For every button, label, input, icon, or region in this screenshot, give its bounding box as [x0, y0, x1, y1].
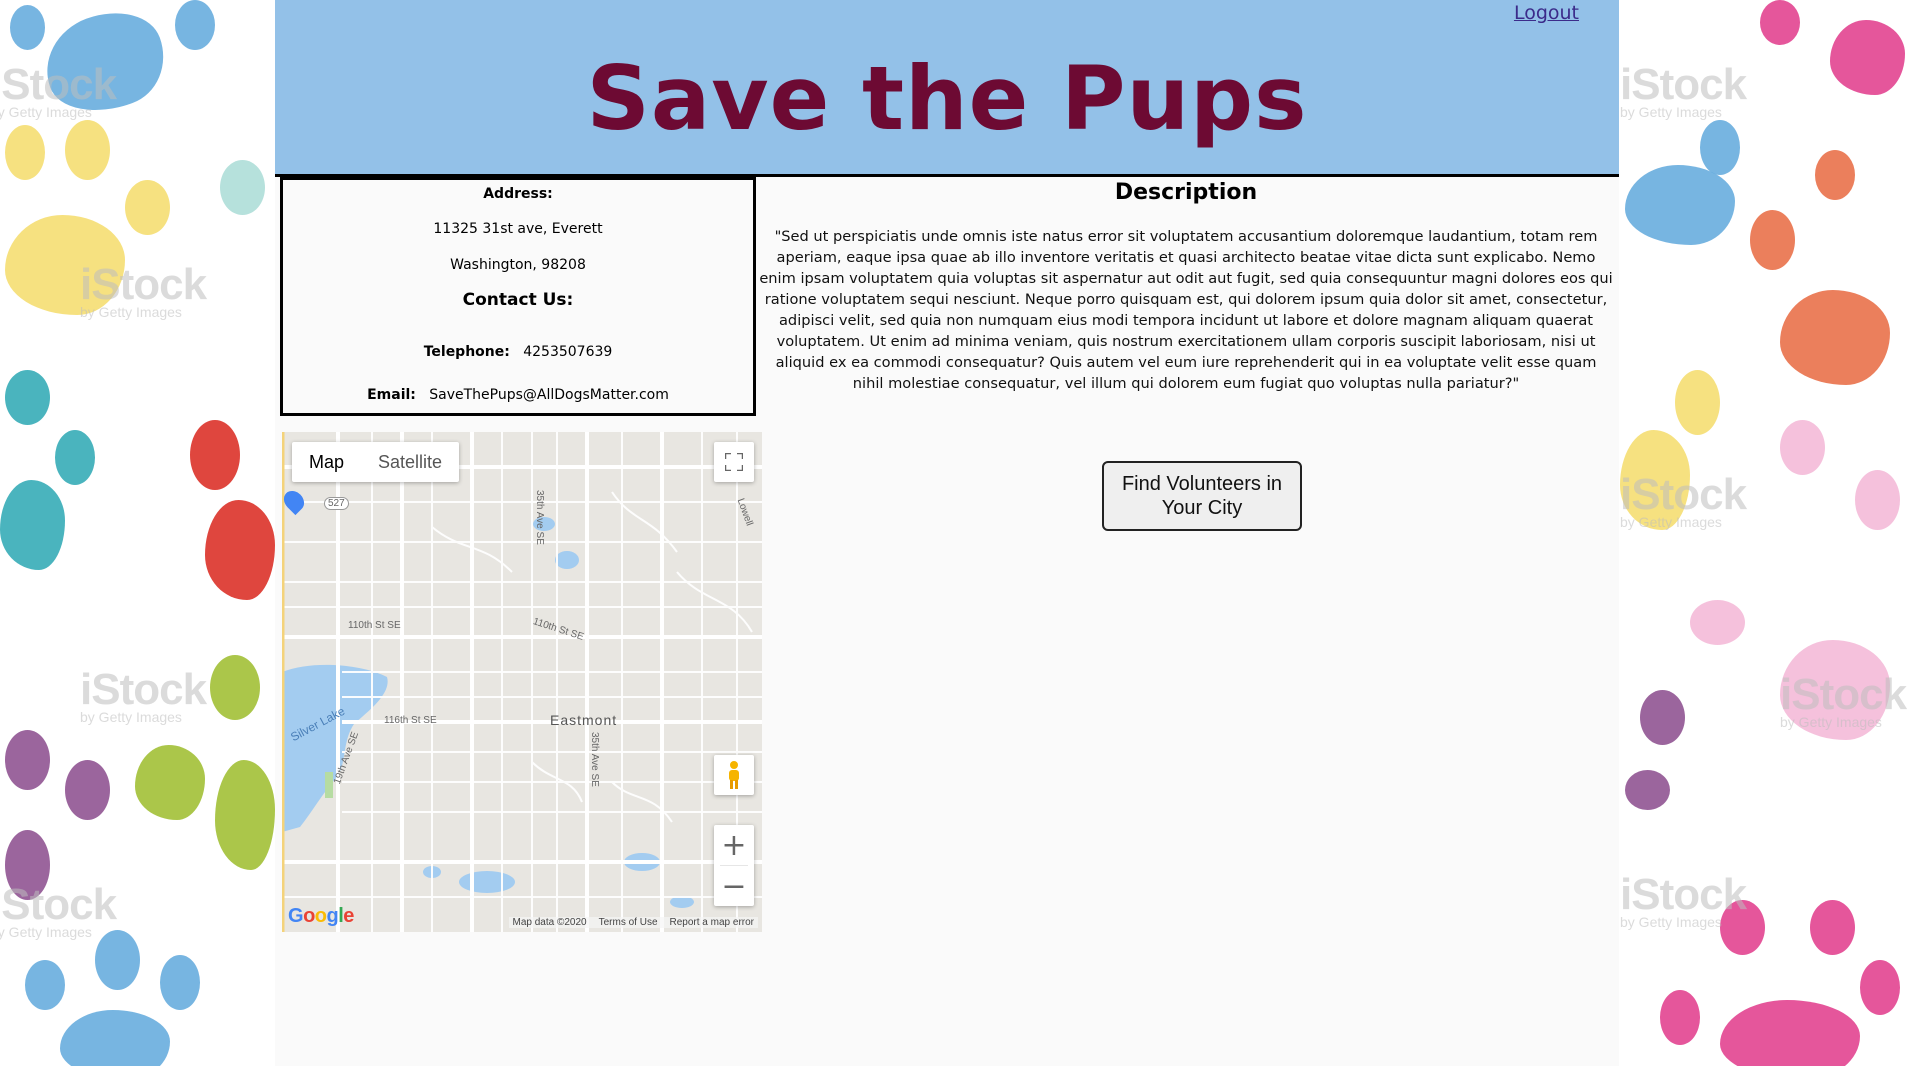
map-streets: [282, 432, 762, 932]
email-value: SaveThePups@AllDogsMatter.com: [429, 387, 669, 403]
report-error-link[interactable]: Report a map error: [670, 917, 754, 928]
route-shield: 527: [324, 497, 349, 510]
paw-print: [175, 0, 215, 50]
email-row: Email: SaveThePups@AllDogsMatter.com: [283, 387, 753, 403]
paw-print: [65, 760, 110, 820]
watermark: iStock by Getty Images: [1620, 470, 1747, 530]
email-label: Email:: [367, 387, 416, 403]
address-label: Address:: [483, 186, 553, 202]
terms-link[interactable]: Terms of Use: [599, 917, 658, 928]
paw-print: [205, 500, 275, 600]
paw-print: [1690, 600, 1745, 645]
paw-print: [220, 160, 265, 215]
pegman-glyph: [729, 761, 739, 789]
tab-map[interactable]: Map: [292, 442, 361, 482]
google-logo: Google: [288, 905, 354, 927]
paw-print: [160, 955, 200, 1010]
paw-print: [1700, 120, 1740, 175]
paw-print: [1810, 900, 1855, 955]
paw-print: [1640, 690, 1685, 745]
paw-print: [60, 1010, 170, 1066]
tab-satellite[interactable]: Satellite: [361, 442, 459, 482]
watermark: iStock by Getty Images: [80, 260, 207, 320]
site-title: Save the Pups: [586, 47, 1308, 150]
paw-print: [65, 120, 110, 180]
watermark: iStock by Getty Images: [1620, 870, 1747, 930]
paw-print: [1660, 990, 1700, 1045]
watermark: iStock by Getty Images: [80, 665, 207, 725]
map-footer: Map data ©2020 Terms of Use Report a map…: [508, 917, 758, 928]
paw-print: [1760, 0, 1800, 45]
paw-print: [1750, 210, 1795, 270]
find-volunteers-button[interactable]: Find Volunteers in Your City: [1102, 461, 1302, 531]
zoom-control: + −: [714, 825, 754, 906]
paw-print: [215, 760, 275, 870]
paw-print: [5, 125, 45, 180]
area-label: Eastmont: [550, 712, 618, 728]
paw-print: [1815, 150, 1855, 200]
description-text: "Sed ut perspiciatis unde omnis iste nat…: [759, 228, 1613, 392]
street-label: 35th Ave SE: [589, 732, 600, 787]
telephone-value: 4253507639: [523, 344, 613, 360]
address-street: 11325 31st ave, Everett: [433, 221, 603, 237]
google-map[interactable]: Map Satellite + − 527 110th St SE 110th …: [282, 432, 762, 932]
minus-icon[interactable]: −: [714, 866, 754, 906]
paw-print: [1855, 470, 1900, 530]
paw-print: [135, 745, 205, 820]
paw-print: [1780, 420, 1825, 475]
paw-print: [10, 5, 45, 50]
map-type-control: Map Satellite: [292, 442, 460, 482]
street-label: 35th Ave SE: [534, 490, 545, 545]
paw-print: [125, 180, 170, 235]
page-header: Logout Save the Pups: [275, 0, 1619, 177]
contact-info-box: Address: 11325 31st ave, Everett Washing…: [280, 177, 756, 416]
plus-icon[interactable]: +: [714, 825, 754, 865]
main-column: Logout Save the Pups Address: 11325 31st…: [275, 0, 1619, 1066]
paw-print: [190, 420, 240, 490]
pegman-icon[interactable]: [714, 755, 754, 795]
description-heading: Description: [1114, 180, 1258, 205]
paw-print: [0, 480, 65, 570]
address-state-zip: Washington, 98208: [450, 257, 586, 273]
telephone-label: Telephone:: [423, 344, 510, 360]
watermark: iStock by Getty Images: [1780, 670, 1907, 730]
paw-print: [1625, 770, 1670, 810]
paw-print: [210, 655, 260, 720]
paw-print: [25, 960, 65, 1010]
logout-link[interactable]: Logout: [1514, 2, 1579, 24]
fullscreen-icon[interactable]: [714, 442, 754, 482]
paw-print: [1860, 960, 1900, 1015]
street-label: 110th St SE: [348, 620, 401, 631]
fullscreen-glyph: [725, 453, 743, 471]
map-data-credit: Map data ©2020: [512, 917, 587, 928]
watermark: iStock by Getty Images: [1620, 60, 1747, 120]
paw-print: [1720, 1000, 1860, 1066]
paw-print: [1780, 290, 1890, 385]
watermark: iStock by Getty Images: [0, 60, 117, 120]
paw-print: [5, 370, 50, 425]
paw-print: [55, 430, 95, 485]
watermark: iStock by Getty Images: [0, 880, 117, 940]
paw-print: [1675, 370, 1720, 435]
paw-print: [1625, 165, 1735, 245]
paw-print: [1830, 20, 1905, 95]
street-label: 116th St SE: [384, 715, 437, 726]
paw-print: [5, 730, 50, 790]
contact-heading: Contact Us:: [462, 290, 574, 310]
telephone-row: Telephone: 4253507639: [283, 344, 753, 360]
